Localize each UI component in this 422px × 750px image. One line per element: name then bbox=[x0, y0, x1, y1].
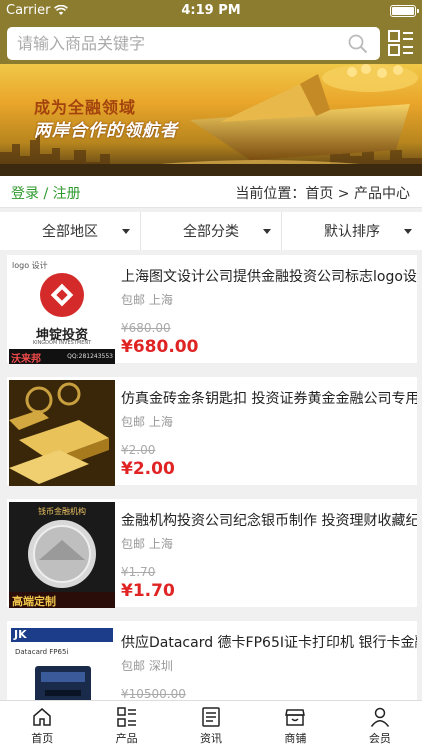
filter-category[interactable]: 全部分类 bbox=[141, 212, 282, 250]
caret-down-icon bbox=[404, 229, 412, 234]
status-bar: Carrier 4:19 PM bbox=[0, 0, 422, 22]
banner-slogan: 两岸合作的领航者 bbox=[34, 121, 178, 141]
product-price: ¥2.00 bbox=[121, 459, 175, 479]
thumb-header: 钱币金融机构 bbox=[38, 507, 86, 516]
home-icon bbox=[33, 707, 51, 726]
search-box[interactable] bbox=[7, 27, 380, 60]
silver-coin-image bbox=[28, 520, 96, 588]
thumb-footer: 沃来邦 bbox=[11, 354, 41, 364]
filter-sort-label: 默认排序 bbox=[324, 224, 380, 240]
product-title[interactable]: 金融机构投资公司纪念银币制作 投资理财收藏纪念 bbox=[121, 510, 417, 530]
search-input[interactable] bbox=[17, 27, 337, 60]
filter-category-label: 全部分类 bbox=[183, 224, 239, 240]
product-item[interactable]: 钱币金融机构 高端定制 金融机构投资公司纪念银币制作 投资理财收藏纪念 包邮 上… bbox=[7, 499, 417, 608]
battery-icon bbox=[390, 5, 419, 17]
breadcrumb: 当前位置：首页 > 产品中心 bbox=[235, 186, 410, 202]
user-icon bbox=[370, 707, 389, 727]
product-old-price: ¥1.70 bbox=[121, 565, 156, 579]
tab-home[interactable]: 首页 bbox=[0, 701, 84, 750]
product-price: ¥680.00 bbox=[121, 337, 199, 357]
promo-banner[interactable]: 成为全融领域 两岸合作的领航者 bbox=[0, 64, 422, 176]
product-price: ¥1.70 bbox=[121, 581, 175, 601]
thumb-footer: 高端定制 bbox=[12, 595, 56, 608]
product-thumbnail bbox=[9, 380, 115, 486]
tab-products[interactable]: 产品 bbox=[84, 701, 168, 750]
product-old-price: ¥2.00 bbox=[121, 443, 156, 457]
caret-down-icon bbox=[263, 229, 271, 234]
product-thumbnail: 钱币金融机构 高端定制 bbox=[9, 502, 115, 608]
login-register-link[interactable]: 登录 / 注册 bbox=[11, 183, 81, 203]
tab-home-label: 首页 bbox=[31, 731, 54, 745]
bottom-tab-bar: 首页 产品 资讯 商铺 会员 bbox=[0, 700, 422, 750]
tab-member-label: 会员 bbox=[368, 731, 391, 745]
menu-grid-icon[interactable] bbox=[388, 30, 414, 56]
tab-shop[interactable]: 商铺 bbox=[253, 701, 337, 750]
banner-headline: 成为全融领域 bbox=[34, 98, 137, 117]
product-title[interactable]: 上海图文设计公司提供金融投资公司标志logo设计 bbox=[121, 266, 417, 286]
product-shipping: 包邮 上海 bbox=[121, 415, 173, 429]
product-shipping: 包邮 上海 bbox=[121, 537, 173, 551]
filter-sort[interactable]: 默认排序 bbox=[282, 212, 422, 250]
thumb-brand: JK bbox=[14, 628, 27, 641]
tab-products-label: 产品 bbox=[115, 731, 138, 745]
product-old-price: ¥680.00 bbox=[121, 321, 171, 335]
shop-icon bbox=[285, 708, 306, 726]
product-thumbnail: logo 设计 坤锭投资 KINGDOM INVESTMENT 沃来邦 QQ:2… bbox=[9, 258, 115, 364]
product-grid-icon bbox=[116, 706, 136, 727]
product-old-price: ¥10500.00 bbox=[121, 687, 186, 701]
product-item[interactable]: logo 设计 坤锭投资 KINGDOM INVESTMENT 沃来邦 QQ:2… bbox=[7, 255, 417, 364]
filter-region-label: 全部地区 bbox=[42, 224, 98, 240]
tab-news-label: 资讯 bbox=[200, 731, 223, 745]
tab-news[interactable]: 资讯 bbox=[169, 701, 253, 750]
product-item[interactable]: 仿真金砖金条钥匙扣 投资证券黄金金融公司专用 包邮 上海 ¥2.00 ¥2.00 bbox=[7, 377, 417, 486]
search-icon[interactable] bbox=[348, 34, 368, 54]
filter-bar: 全部地区 全部分类 默认排序 bbox=[0, 212, 422, 250]
product-title[interactable]: 供应Datacard 德卡FP65I证卡打印机 银行卡金融卡 bbox=[121, 632, 417, 652]
thumb-brand-en: KINGDOM INVESTMENT bbox=[32, 340, 92, 346]
news-icon bbox=[202, 706, 220, 727]
top-bar: Carrier 4:19 PM bbox=[0, 0, 422, 64]
thumb-footer-note: QQ:281243553 bbox=[67, 353, 113, 360]
thumb-label: Datacard FP65i bbox=[15, 648, 69, 656]
product-title[interactable]: 仿真金砖金条钥匙扣 投资证券黄金金融公司专用 bbox=[121, 388, 417, 408]
caret-down-icon bbox=[122, 229, 130, 234]
clock: 4:19 PM bbox=[181, 3, 241, 18]
breadcrumb-bar: 登录 / 注册 当前位置：首页 > 产品中心 bbox=[0, 176, 422, 208]
filter-region[interactable]: 全部地区 bbox=[0, 212, 141, 250]
tab-member[interactable]: 会员 bbox=[338, 701, 422, 750]
brand-logo-icon bbox=[40, 273, 84, 317]
tab-shop-label: 商铺 bbox=[284, 731, 307, 745]
product-shipping: 包邮 深圳 bbox=[121, 659, 173, 673]
gold-bar-keychain-image bbox=[9, 380, 115, 486]
product-shipping: 包邮 上海 bbox=[121, 293, 173, 307]
